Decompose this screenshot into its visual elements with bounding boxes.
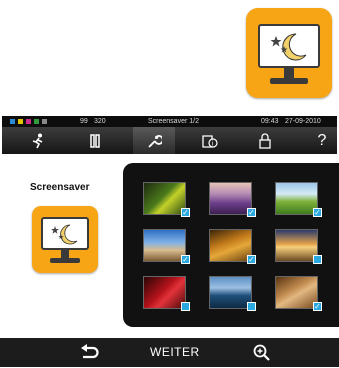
screen-title: Screensaver 1/2 (148, 118, 199, 125)
phone-icon[interactable] (83, 130, 107, 151)
runner-icon[interactable] (26, 130, 50, 151)
status-value-2: 320 (94, 118, 106, 125)
moon-stars-icon (41, 217, 89, 250)
thumbnail-ocean-cliffs[interactable] (209, 276, 256, 311)
checkbox-unchecked[interactable] (181, 302, 190, 311)
status-indicator-yellow (18, 119, 23, 124)
status-bar: 99 320 Screensaver 1/2 09:43 27-09-2010 (2, 116, 337, 127)
thumbnail-building[interactable]: ✓ (143, 229, 190, 264)
next-button[interactable]: WEITER (150, 338, 200, 367)
checkbox-checked[interactable]: ✓ (247, 208, 256, 217)
status-indicator-gray (42, 119, 47, 124)
back-arrow-icon[interactable] (78, 343, 100, 363)
help-label: ? (317, 131, 327, 149)
checkbox-checked[interactable]: ✓ (313, 302, 322, 311)
checkbox-checked[interactable]: ✓ (181, 255, 190, 264)
wrench-icon[interactable] (133, 127, 175, 154)
lock-icon[interactable] (253, 130, 277, 151)
page-title: Screensaver (30, 182, 90, 193)
thumbnail-meadow[interactable]: ✓ (275, 182, 322, 217)
status-indicator-blue (10, 119, 15, 124)
checkbox-unchecked[interactable] (247, 302, 256, 311)
thumbnail-red-flower[interactable] (143, 276, 190, 311)
screensaver-icon (32, 206, 98, 273)
zoom-in-icon[interactable] (252, 343, 272, 363)
status-date: 27-09-2010 (285, 118, 321, 125)
status-indicator-magenta (26, 119, 31, 124)
checkbox-unchecked[interactable] (313, 255, 322, 264)
thumbnail-desert-sunset[interactable] (275, 229, 322, 264)
checkbox-checked[interactable]: ✓ (247, 255, 256, 264)
status-indicator-green (34, 119, 39, 124)
thumbnail-frog[interactable]: ✓ (143, 182, 190, 217)
status-value-1: 99 (80, 118, 88, 125)
checkbox-checked[interactable]: ✓ (313, 208, 322, 217)
main-toolbar: i ? (2, 127, 337, 154)
moon-stars-icon (258, 24, 320, 68)
screensaver-gallery: ✓ ✓ ✓ ✓ ✓ ✓ (123, 163, 339, 327)
bottom-bar: WEITER (0, 338, 339, 367)
checkbox-checked[interactable]: ✓ (181, 208, 190, 217)
thumbnail-lavender[interactable]: ✓ (209, 182, 256, 217)
help-icon[interactable]: ? (310, 130, 334, 151)
thumbnail-sand-dunes[interactable]: ✓ (275, 276, 322, 311)
thumbnail-autumn-tree[interactable]: ✓ (209, 229, 256, 264)
screensaver-app-icon (246, 8, 332, 98)
document-info-icon[interactable]: i (197, 130, 221, 151)
status-time: 09:43 (261, 118, 279, 125)
